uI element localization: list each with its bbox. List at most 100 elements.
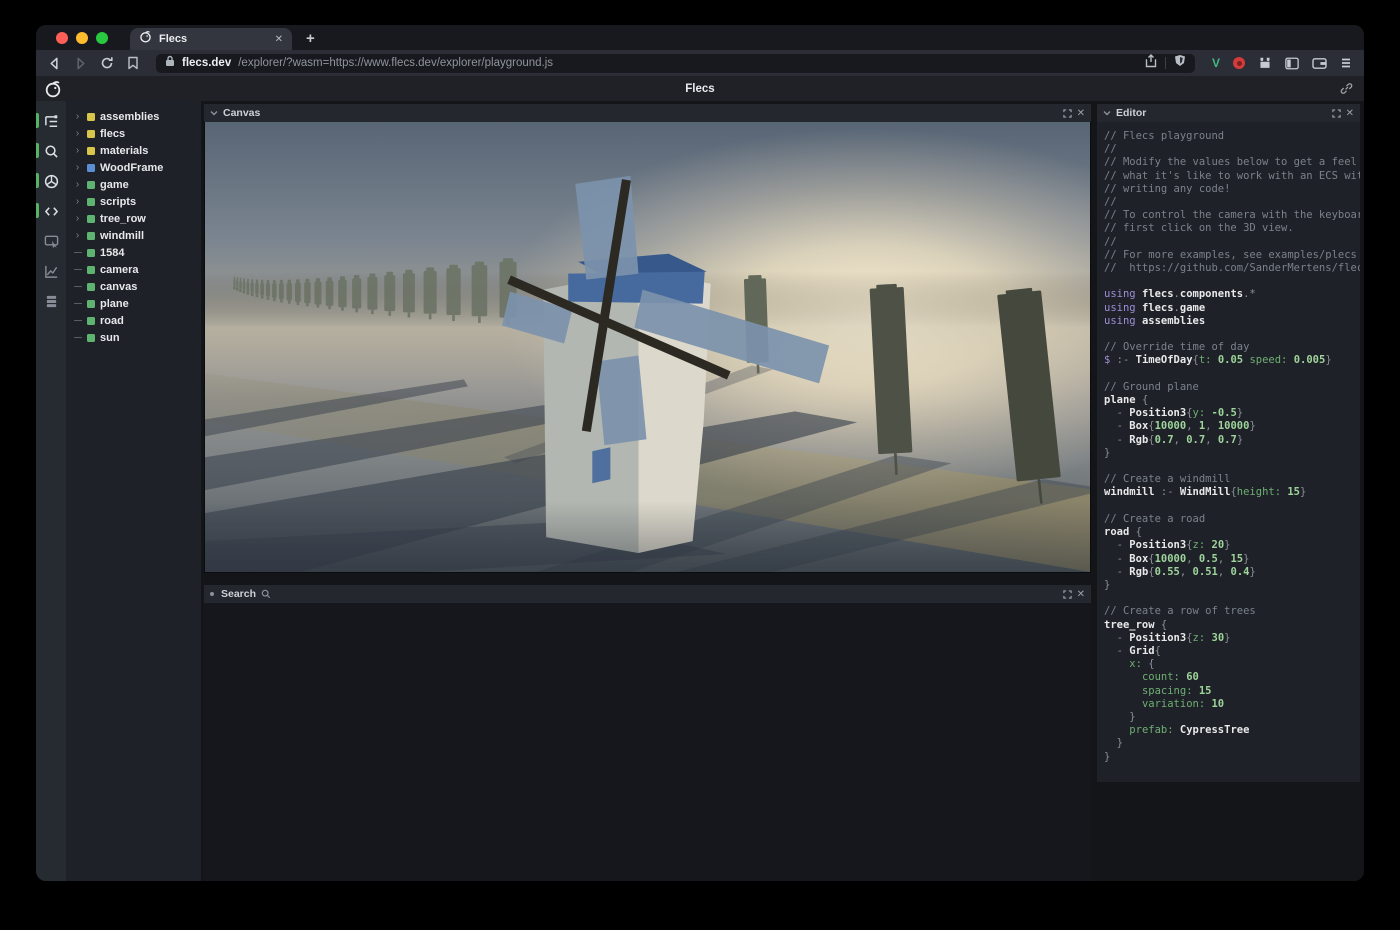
close-icon[interactable]: ✕ (1077, 589, 1085, 600)
rail-logs-icon[interactable] (36, 290, 66, 312)
tree-item-assemblies[interactable]: ›assemblies (66, 108, 201, 125)
panel-toggle-icon[interactable] (210, 592, 214, 596)
divider (1165, 57, 1166, 69)
code-token: flecs (1142, 288, 1174, 300)
chevron-down-icon[interactable] (1103, 110, 1111, 116)
tree-item-road[interactable]: road (66, 312, 201, 329)
code-token: , (1186, 553, 1199, 565)
flecs-logo-icon[interactable] (44, 80, 62, 103)
code-token: // Create a road (1104, 513, 1205, 525)
canvas-panel-title: Canvas (223, 107, 260, 119)
code-token: height: (1237, 486, 1288, 498)
adblock-extension-icon[interactable] (1233, 57, 1245, 69)
expand-icon[interactable] (1063, 109, 1072, 118)
rail-entities-icon[interactable] (36, 170, 66, 192)
code-token: y: (1193, 407, 1212, 419)
cypress-tree (352, 275, 361, 312)
rail-inspector-icon[interactable] (36, 230, 66, 252)
code-token: CypressTree (1180, 724, 1250, 736)
tree-item-1584[interactable]: 1584 (66, 244, 201, 261)
tree-item-label: sun (100, 332, 120, 344)
menu-icon[interactable] (1340, 57, 1352, 69)
tree-item-plane[interactable]: plane (66, 295, 201, 312)
code-token: using (1104, 315, 1142, 327)
search-results-area[interactable] (204, 603, 1091, 881)
editor-code[interactable]: // Flecs playground // // Modify the val… (1104, 130, 1360, 764)
tree-item-scripts[interactable]: ›scripts (66, 193, 201, 210)
rail-search-icon[interactable] (36, 140, 66, 162)
page-header: Flecs (36, 76, 1364, 101)
code-token: // writing any code! (1104, 183, 1230, 195)
forward-icon[interactable] (74, 57, 87, 70)
tree-item-label: canvas (100, 281, 137, 293)
expand-icon[interactable] (1332, 109, 1341, 118)
code-token: 0.7 (1155, 434, 1174, 446)
code-token: } (1249, 420, 1255, 432)
tree-item-tree_row[interactable]: ›tree_row (66, 210, 201, 227)
maximize-window-button[interactable] (96, 32, 108, 44)
minimize-window-button[interactable] (76, 32, 88, 44)
code-token (1104, 698, 1142, 710)
code-editor[interactable]: // Flecs playground // // Modify the val… (1097, 122, 1360, 782)
rail-tree-view-icon[interactable] (36, 110, 66, 132)
code-token (1104, 671, 1142, 683)
share-link-icon[interactable] (1340, 82, 1353, 100)
chevron-down-icon[interactable] (210, 110, 218, 116)
close-icon[interactable]: ✕ (1346, 108, 1354, 119)
code-token: game (1180, 302, 1205, 314)
cypress-tree (304, 279, 310, 307)
tab-favicon (139, 30, 152, 48)
new-tab-button[interactable]: + (306, 30, 315, 47)
tab-close-icon[interactable]: ✕ (275, 34, 283, 45)
wallet-icon[interactable] (1312, 57, 1327, 70)
code-token: 15 (1287, 486, 1300, 498)
entity-color-square (87, 232, 95, 240)
cypress-tree (446, 265, 460, 321)
tree-item-game[interactable]: ›game (66, 176, 201, 193)
extensions-puzzle-icon[interactable] (1258, 56, 1272, 70)
tree-item-label: camera (100, 264, 139, 276)
expand-icon[interactable] (1063, 590, 1072, 599)
code-token: // what it's like to work with an ECS wi… (1104, 170, 1360, 182)
sidebar-toggle-icon[interactable] (1285, 57, 1299, 70)
tree-item-label: road (100, 315, 124, 327)
rail-stats-icon[interactable] (36, 260, 66, 282)
tree-item-windmill[interactable]: ›windmill (66, 227, 201, 244)
entity-tree-panel: ›assemblies›flecs›materials›WoodFrame›ga… (66, 101, 201, 881)
shield-icon[interactable] (1174, 54, 1186, 72)
browser-toolbar: flecs.dev/explorer/?wasm=https://www.fle… (36, 50, 1364, 76)
url-bar[interactable]: flecs.dev/explorer/?wasm=https://www.fle… (156, 54, 1195, 73)
vue-extension-icon[interactable]: V (1212, 56, 1220, 70)
code-token: Position3 (1129, 407, 1186, 419)
code-token: } (1104, 751, 1110, 763)
tree-item-flecs[interactable]: ›flecs (66, 125, 201, 142)
canvas-3d-viewport[interactable] (204, 122, 1091, 573)
cypress-tree (314, 278, 321, 307)
bookmark-icon[interactable] (127, 56, 139, 70)
tree-item-label: game (100, 179, 129, 191)
code-token: 20 (1212, 539, 1225, 551)
tree-item-materials[interactable]: ›materials (66, 142, 201, 159)
back-icon[interactable] (48, 57, 61, 70)
cypress-tree (338, 276, 346, 311)
code-token (1104, 658, 1129, 670)
reload-icon[interactable] (100, 56, 114, 70)
code-token: // (1104, 196, 1117, 208)
code-token (1104, 724, 1129, 736)
close-window-button[interactable] (56, 32, 68, 44)
rail-code-icon[interactable] (36, 200, 66, 222)
code-token: 30 (1212, 632, 1225, 644)
leaf-dash-icon (73, 303, 82, 304)
code-token: } (1243, 553, 1249, 565)
close-icon[interactable]: ✕ (1077, 108, 1085, 119)
tree-item-WoodFrame[interactable]: ›WoodFrame (66, 159, 201, 176)
code-token: 10000 (1155, 553, 1187, 565)
code-token: - (1104, 420, 1129, 432)
tree-item-camera[interactable]: camera (66, 261, 201, 278)
code-token: tree_row (1104, 619, 1161, 631)
share-icon[interactable] (1145, 54, 1157, 73)
tree-item-canvas[interactable]: canvas (66, 278, 201, 295)
tree-item-sun[interactable]: sun (66, 329, 201, 346)
browser-tab-flecs[interactable]: Flecs ✕ (130, 28, 292, 50)
code-token: Position3 (1129, 539, 1186, 551)
